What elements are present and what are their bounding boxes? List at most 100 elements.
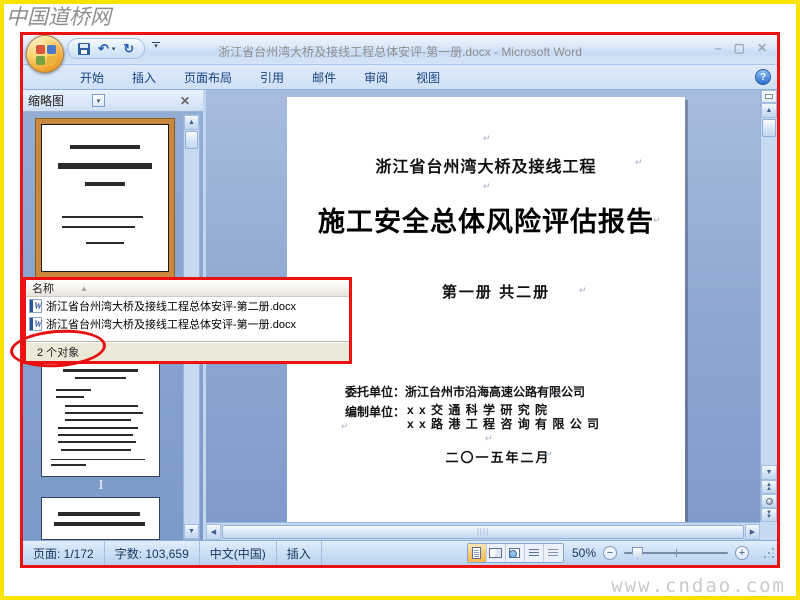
thumbnail-scrollbar-thumb[interactable] — [185, 131, 198, 149]
close-button[interactable]: ✕ — [757, 41, 767, 55]
page-thumbnail-2[interactable] — [41, 360, 160, 477]
paragraph-mark: ↵ — [483, 181, 491, 191]
previous-page-button[interactable]: ▲ ▲ — [761, 480, 777, 494]
document-vertical-scrollbar[interactable]: ▲ ▼ ▲ ▲ ▼ ▼ — [760, 90, 777, 522]
status-word-count[interactable]: 字数: 103,659 — [105, 541, 200, 565]
site-watermark-top: 中国道桥网 — [6, 5, 111, 29]
undo-icon[interactable]: ↶ — [98, 42, 109, 55]
zoom-slider-handle[interactable] — [632, 547, 643, 559]
scroll-left-icon[interactable]: ◀ — [206, 523, 221, 540]
tab-review[interactable]: 审阅 — [353, 66, 399, 89]
print-layout-view-button[interactable] — [467, 544, 487, 562]
thumbnail-pane-header: 缩略图 ▾ ✕ — [23, 90, 203, 112]
full-screen-reading-view-button[interactable] — [487, 544, 506, 562]
document-horizontal-scrollbar[interactable]: ◀ |||| ▶ — [206, 522, 760, 540]
office-logo-icon — [36, 45, 56, 65]
compiler-label: 编制单位： — [345, 405, 406, 419]
window-controls: – ▢ ✕ — [715, 41, 767, 55]
pane-close-icon[interactable]: ✕ — [180, 94, 190, 108]
status-page-count[interactable]: 页面: 1/172 — [23, 541, 105, 565]
zoom-controls: 50% − + — [572, 546, 749, 560]
paragraph-mark: ↵ — [485, 433, 493, 443]
office-button[interactable] — [26, 35, 64, 73]
window-title: 浙江省台州湾大桥及接线工程总体安评-第一册.docx - Microsoft W… — [218, 45, 582, 59]
page-thumbnail-3[interactable] — [41, 497, 160, 540]
undo-dropdown-icon[interactable]: ▾ — [112, 45, 116, 53]
paragraph-mark: ↵ — [555, 388, 563, 398]
outline-view-icon — [528, 548, 539, 558]
paragraph-mark: ↵ — [579, 285, 587, 295]
site-watermark-bottom: www.cndao.com — [611, 575, 786, 597]
zoom-level[interactable]: 50% — [572, 546, 596, 560]
status-language[interactable]: 中文(中国) — [200, 541, 277, 565]
select-browse-object-button[interactable] — [761, 494, 777, 508]
web-layout-view-button[interactable] — [506, 544, 525, 562]
window-resize-grip[interactable] — [763, 547, 775, 559]
next-page-button[interactable]: ▼ ▼ — [761, 508, 777, 522]
sort-ascending-icon: ▲ — [80, 283, 88, 293]
maximize-button[interactable]: ▢ — [734, 41, 745, 55]
column-name-label: 名称 — [32, 283, 54, 295]
draft-view-button[interactable] — [544, 544, 563, 562]
document-compiler-block: 编制单位： x x 交 通 科 学 研 究 院 x x 路 港 工 程 咨 询 … — [345, 403, 600, 431]
compiler-line-1: x x 交 通 科 学 研 究 院 — [407, 403, 549, 417]
document-client-line: 委托单位：浙江台州市沿海高速公路有限公司 — [345, 383, 585, 400]
tab-view[interactable]: 视图 — [405, 66, 451, 89]
file-list-column-header[interactable]: 名称 ▲ — [26, 280, 349, 297]
view-shortcuts — [466, 543, 564, 563]
tab-mailings[interactable]: 邮件 — [301, 66, 347, 89]
word-document-icon — [29, 317, 42, 331]
document-volume: 第一册 共二册 — [441, 284, 551, 301]
file-list-item[interactable]: 浙江省台州湾大桥及接线工程总体安评-第二册.docx — [26, 297, 349, 315]
scrollbar-corner — [760, 522, 777, 540]
web-layout-icon — [509, 548, 521, 558]
document-title: 施工安全总体风险评估报告 — [318, 207, 654, 237]
minimize-button[interactable]: – — [715, 41, 722, 55]
scroll-up-icon[interactable]: ▲ — [761, 103, 777, 118]
tab-insert[interactable]: 插入 — [121, 66, 167, 89]
word-document-icon — [29, 299, 42, 313]
file-name: 浙江省台州湾大桥及接线工程总体安评-第二册.docx — [46, 301, 296, 313]
zoom-slider[interactable] — [624, 546, 728, 560]
scroll-right-icon[interactable]: ▶ — [745, 523, 760, 540]
draft-view-icon — [548, 548, 559, 558]
print-layout-icon — [472, 547, 482, 559]
tab-references[interactable]: 引用 — [249, 66, 295, 89]
paragraph-mark: ↵ — [483, 133, 491, 143]
zoom-in-button[interactable]: + — [735, 546, 749, 560]
quick-access-toolbar: ↶ ▾ ↻ — [67, 38, 146, 59]
thumbnail-1-page — [41, 124, 169, 272]
document-scrollbar-thumb[interactable] — [762, 119, 776, 137]
status-bar: 页面: 1/172 字数: 103,659 中文(中国) 插入 50% − + — [23, 540, 777, 565]
screenshot-root: 中国道桥网 www.cndao.com ↶ ▾ ↻ ▾ 浙江省台州湾大桥及接线工… — [0, 0, 800, 600]
status-insert-mode[interactable]: 插入 — [277, 541, 322, 565]
save-icon[interactable] — [78, 42, 90, 55]
paragraph-mark: ↵ — [545, 449, 553, 459]
thumbnail-page-number: I — [98, 478, 104, 493]
reading-view-icon — [489, 548, 503, 558]
file-name: 浙江省台州湾大桥及接线工程总体安评-第一册.docx — [46, 319, 296, 331]
scroll-down-icon[interactable]: ▼ — [761, 465, 777, 480]
pane-dropdown-icon[interactable]: ▾ — [92, 94, 106, 107]
document-date: 二〇一五年二月 — [445, 450, 551, 465]
client-label: 委托单位： — [345, 385, 406, 399]
compiler-line-2: x x 路 港 工 程 咨 询 有 限 公 司 — [407, 417, 601, 431]
outline-view-button[interactable] — [525, 544, 544, 562]
help-button[interactable]: ? — [755, 69, 771, 85]
browse-object-icon — [765, 497, 773, 505]
word-window: ↶ ▾ ↻ ▾ 浙江省台州湾大桥及接线工程总体安评-第一册.docx - Mic… — [8, 32, 780, 568]
paragraph-mark: ↵ — [635, 157, 643, 167]
scroll-down-icon[interactable]: ▼ — [184, 524, 199, 539]
page-thumbnail-1-selected[interactable] — [35, 118, 175, 278]
scroll-up-icon[interactable]: ▲ — [184, 115, 199, 130]
paragraph-mark: ↵ — [341, 421, 349, 431]
ribbon-tab-bar: 开始 插入 页面布局 引用 邮件 审阅 视图 — [23, 65, 777, 90]
paragraph-mark: ↵ — [653, 215, 661, 225]
tab-page-layout[interactable]: 页面布局 — [173, 66, 243, 89]
redo-icon[interactable]: ↻ — [123, 42, 134, 55]
thumbnail-pane-title: 缩略图 — [28, 94, 65, 108]
tab-home[interactable]: 开始 — [69, 66, 115, 89]
horizontal-scrollbar-thumb[interactable]: |||| — [222, 524, 744, 539]
zoom-out-button[interactable]: − — [603, 546, 617, 560]
ruler-toggle-button[interactable] — [761, 90, 777, 103]
